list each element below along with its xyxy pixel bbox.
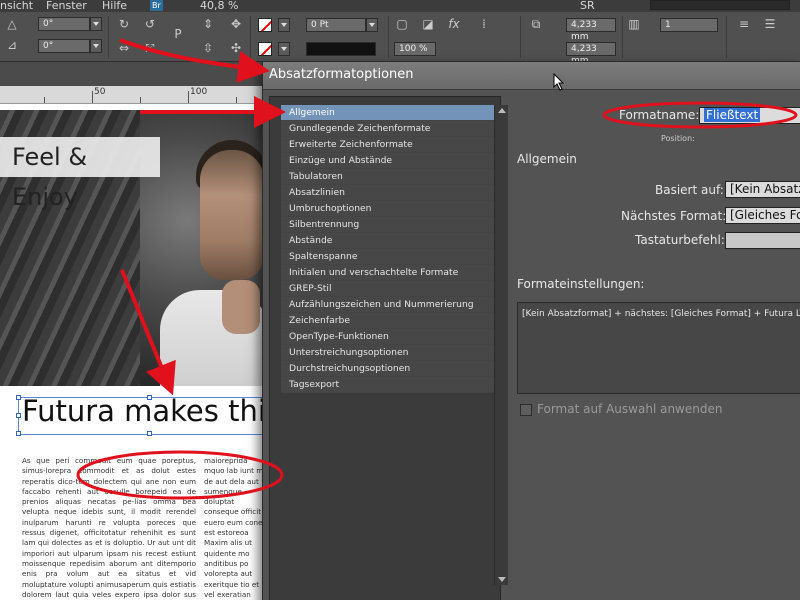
rotation-angle-field[interactable]: 0°: [38, 17, 90, 31]
flip-horizontal-icon[interactable]: ⇔: [116, 40, 132, 56]
menu-item-hilfe[interactable]: Hilfe: [102, 0, 127, 11]
category-item[interactable]: Aufzählungszeichen und Nummerierung: [281, 297, 495, 313]
flip-vertical-icon[interactable]: ⇕: [200, 16, 216, 32]
category-item[interactable]: Initialen und verschachtelte Formate: [281, 265, 495, 281]
category-item[interactable]: Abstände: [281, 233, 495, 249]
category-item[interactable]: Unterstreichungsoptionen: [281, 345, 495, 361]
stroke-swatch-none[interactable]: [258, 42, 272, 56]
next-style-dropdown[interactable]: [Gleiches For: [725, 207, 800, 224]
category-item[interactable]: Silbentrennung: [281, 217, 495, 233]
category-list: Allgemein Grundlegende Zeichenformate Erwe…: [281, 105, 495, 585]
rotation-angle-dropdown[interactable]: [90, 17, 102, 31]
headline-text[interactable]: Futura makes thing: [22, 394, 268, 428]
body-text-column-2[interactable]: maioreprida mquo lab iunt mi de aut dela…: [204, 456, 266, 600]
bridge-badge[interactable]: Br: [150, 0, 163, 11]
measure-field-2[interactable]: 4,233 mm: [566, 42, 616, 66]
body-text-column-1[interactable]: As que peri commodit eum quae poreptus, …: [22, 456, 196, 600]
category-item[interactable]: Durchstreichungsoptionen: [281, 361, 495, 377]
general-section-title: Allgemein: [517, 152, 577, 166]
dialog-title: Absatzformatoptionen: [269, 67, 414, 82]
control-panel: △ 0° ⊿ 0° ↻ ↺ P ⇕ ✥ ⇔ ⤧ ⇳ ✣ 0 Pt ▢ ◪ 100…: [0, 12, 800, 66]
scroll-down-icon[interactable]: [498, 577, 506, 582]
menu-bar: nsicht Fenster Hilfe Br 40,8 % SR: [0, 0, 800, 12]
indesign-window: nsicht Fenster Hilfe Br 40,8 % SR △ 0° ⊿…: [0, 0, 800, 600]
category-item[interactable]: Umbruchoptionen: [281, 201, 495, 217]
shortcut-input[interactable]: [725, 232, 800, 249]
ruler-mark-50: 50: [94, 87, 106, 97]
based-on-dropdown[interactable]: [Kein Absatzfo: [725, 181, 800, 198]
menu-item-ansicht[interactable]: nsicht: [0, 0, 33, 11]
scroll-up-icon[interactable]: [498, 108, 506, 113]
auto-fit-icon[interactable]: ⧉: [528, 16, 544, 32]
horizontal-ruler: 50 100: [0, 86, 268, 104]
shear-angle-dropdown[interactable]: [90, 39, 102, 53]
category-item[interactable]: GREP-Stil: [281, 281, 495, 297]
category-item[interactable]: OpenType-Funktionen: [281, 329, 495, 345]
category-item[interactable]: Einzüge und Abstände: [281, 153, 495, 169]
stroke-swatch-dropdown[interactable]: [278, 42, 290, 56]
stroke-weight-dropdown[interactable]: [366, 18, 378, 32]
columns-icon: ▥: [628, 17, 640, 31]
opacity-field[interactable]: 100 %: [394, 42, 436, 56]
category-item[interactable]: Zeichenfarbe: [281, 313, 495, 329]
effects-fx-icon[interactable]: fx: [446, 16, 462, 32]
apply-to-selection-label[interactable]: Format auf Auswahl anwenden: [537, 402, 722, 416]
measure-field-1[interactable]: 4,233 mm: [566, 18, 616, 42]
menu-item-fenster[interactable]: Fenster: [46, 0, 87, 11]
shortcut-label: Tastaturbefehl:: [635, 233, 725, 247]
style-settings-box: [Kein Absatzformat] + nächstes: [Gleiche…: [517, 302, 800, 394]
stroke-type-field[interactable]: [306, 42, 376, 56]
category-item[interactable]: Absatzlinien: [281, 185, 495, 201]
align-icon[interactable]: ⁞: [476, 16, 492, 32]
rotate-ccw-icon[interactable]: ↺: [142, 16, 158, 32]
select-content-icon[interactable]: ✣: [228, 40, 244, 56]
align-top-icon[interactable]: ≡: [736, 16, 752, 32]
category-item[interactable]: Tabulatoren: [281, 169, 495, 185]
format-name-input[interactable]: Fließtext: [699, 107, 800, 124]
apply-to-selection-checkbox[interactable]: [520, 404, 532, 416]
select-next-icon[interactable]: ⤧: [142, 40, 158, 56]
rotate-cw-icon[interactable]: ↻: [116, 16, 132, 32]
text-frame-p-icon[interactable]: P: [170, 26, 186, 42]
flip-icon[interactable]: ⇳: [200, 40, 216, 56]
mouse-cursor-icon: [553, 73, 565, 91]
dialog-titlebar[interactable]: Absatzformatoptionen: [263, 62, 800, 90]
fill-swatch-dropdown[interactable]: [278, 18, 290, 32]
format-name-label: Formatname:: [619, 108, 700, 122]
workspace-label[interactable]: SR: [580, 0, 595, 11]
shear-angle-icon: ⊿: [6, 38, 18, 52]
paragraph-style-options-dialog: Absatzformatoptionen Allgemein Grundlegen…: [262, 61, 800, 600]
position-label: Position:: [661, 134, 695, 143]
ruler-mark-100: 100: [190, 87, 208, 97]
category-scrollbar[interactable]: [494, 105, 508, 585]
drop-shadow-icon[interactable]: ◪: [420, 16, 436, 32]
based-on-label: Basiert auf:: [655, 183, 724, 197]
document-page[interactable]: Feel & Enjoy Futura makes thing As que p…: [0, 104, 268, 600]
style-settings-label: Formateinstellungen:: [517, 277, 645, 291]
search-field[interactable]: [650, 0, 790, 10]
banner-text-frame[interactable]: Feel & Enjoy: [0, 137, 160, 211]
shear-angle-field[interactable]: 0°: [38, 39, 90, 53]
category-item[interactable]: Tagsexport: [281, 377, 495, 393]
category-item[interactable]: Grundlegende Zeichenformate: [281, 121, 495, 137]
category-item[interactable]: Allgemein: [281, 105, 495, 121]
triangle-ruler-icon: △: [7, 17, 17, 31]
fill-swatch-none[interactable]: [258, 18, 272, 32]
frame-fitting-icon[interactable]: ▢: [394, 16, 410, 32]
zoom-level[interactable]: 40,8 %: [200, 0, 238, 11]
category-item[interactable]: Spaltenspanne: [281, 249, 495, 265]
next-style-label: Nächstes Format:: [621, 209, 727, 223]
select-container-icon[interactable]: ✥: [228, 16, 244, 32]
align-center-icon[interactable]: ☰: [762, 16, 778, 32]
stroke-weight-field[interactable]: 0 Pt: [306, 18, 366, 32]
columns-field[interactable]: 1: [660, 18, 718, 32]
category-item[interactable]: Erweiterte Zeichenformate: [281, 137, 495, 153]
